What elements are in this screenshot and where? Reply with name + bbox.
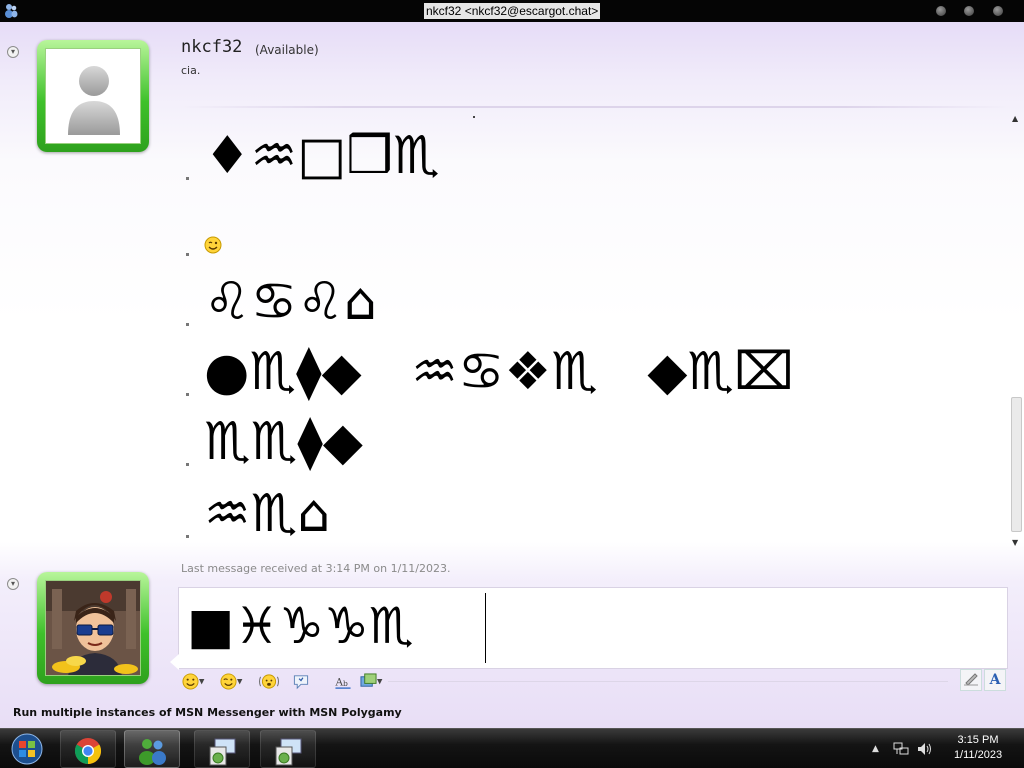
contact-avatar-frame[interactable] (37, 40, 149, 152)
self-avatar (45, 580, 141, 676)
self-collapse-button[interactable]: ▾ (7, 578, 19, 590)
messenger-icon (139, 739, 166, 765)
nudge-icon (259, 674, 279, 689)
message-text: ♒♏⌂ (204, 484, 331, 544)
remote-desktop-icon (275, 738, 302, 766)
text-caret (485, 593, 486, 663)
close-button[interactable] (993, 6, 1003, 16)
start-button[interactable] (2, 730, 52, 768)
taskbar: ▲ (0, 728, 1024, 768)
contact-name: nkcf32 (181, 37, 243, 57)
toolbar-divider (388, 681, 948, 682)
winking-smiley-icon (204, 236, 222, 254)
smiley-icon (182, 673, 199, 690)
message-bullet (186, 253, 189, 256)
compose-toolbar: ▼ ▼ A b ▼ A (178, 669, 1008, 693)
handwriting-button[interactable] (960, 669, 982, 691)
message-input[interactable]: ■♓♑♑♏ (178, 587, 1008, 669)
font-button[interactable]: A b (334, 671, 352, 691)
message-bullet (186, 323, 189, 326)
scroll-thumb[interactable] (1011, 397, 1022, 532)
dropdown-arrow-icon[interactable]: ▼ (237, 678, 242, 686)
taskbar-remote-desktop-1[interactable] (194, 730, 250, 768)
maximize-button[interactable] (964, 6, 974, 16)
taskbar-remote-desktop-2[interactable] (260, 730, 316, 768)
background-button[interactable]: ▼ (360, 671, 382, 691)
title-bar: nkcf32 <nkcf32@escargot.chat> (0, 0, 1024, 22)
dropdown-arrow-icon[interactable]: ▼ (199, 678, 204, 686)
scroll-down-arrow-icon[interactable]: ▼ (1012, 538, 1018, 547)
cartoon-avatar-icon (46, 581, 140, 675)
messenger-app-icon[interactable] (4, 3, 18, 18)
contact-status: (Available) (255, 43, 319, 57)
contact-collapse-button[interactable]: ▾ (7, 46, 19, 58)
volume-icon[interactable] (917, 742, 933, 756)
message-text: ♦♒□❒♏ (204, 126, 440, 186)
emoticon-button[interactable]: ▼ (182, 671, 204, 691)
taskbar-chrome[interactable] (60, 730, 116, 768)
conversation-scrollbar[interactable]: ▲ ▼ (1009, 112, 1024, 568)
minimize-button[interactable] (936, 6, 946, 16)
start-orb-icon (11, 733, 43, 765)
background-icon (360, 673, 377, 687)
compose-pointer (170, 654, 179, 670)
message-bullet (186, 393, 189, 396)
header-divider (180, 106, 1010, 108)
message-input-text: ■♓♑♑♏ (187, 597, 414, 655)
remote-desktop-icon (209, 738, 236, 766)
message-text: ♌♋♌⌂ (204, 272, 377, 332)
text-mode-button[interactable]: A (984, 669, 1006, 691)
contact-personal-message: cia. (181, 64, 201, 77)
clock-date: 1/11/2023 (953, 749, 1003, 761)
handwriting-icon (964, 673, 978, 686)
dropdown-arrow-icon[interactable]: ▼ (377, 678, 382, 686)
svg-text:b: b (343, 679, 348, 688)
ad-banner-text[interactable]: Run multiple instances of MSN Messenger … (13, 706, 402, 719)
message-text: ♏♏⧫◆ (204, 412, 363, 472)
message-bullet (186, 463, 189, 466)
message-bullet (186, 177, 189, 180)
show-hidden-icons-icon[interactable]: ▲ (872, 744, 879, 754)
network-icon[interactable] (893, 742, 909, 756)
last-message-info: Last message received at 3:14 PM on 1/11… (181, 562, 451, 575)
message-bullet (186, 535, 189, 538)
message-text: ●♏⧫◆ ♒♋❖♏ ◆♏⌧ (204, 342, 794, 402)
window-title: nkcf32 <nkcf32@escargot.chat> (424, 3, 601, 19)
clock-time: 3:15 PM (957, 734, 999, 746)
nudge-button[interactable] (258, 671, 280, 691)
chrome-icon (74, 738, 102, 765)
taskbar-messenger[interactable] (124, 730, 180, 768)
contact-avatar (45, 48, 141, 144)
font-icon: A b (334, 676, 351, 689)
default-user-icon (68, 66, 120, 135)
voice-clip-button[interactable] (292, 671, 310, 691)
wink-button[interactable]: ▼ (220, 671, 242, 691)
text-icon: A (989, 672, 1001, 688)
divider-dot (473, 116, 475, 118)
conversation-window: ▾ nkcf32 (Available) cia. ♦♒□❒♏ ♌♋♌⌂ ●♏⧫… (0, 22, 1024, 728)
self-avatar-frame[interactable] (37, 572, 149, 684)
scroll-up-arrow-icon[interactable]: ▲ (1012, 114, 1018, 123)
voice-clip-icon (293, 675, 309, 690)
taskbar-clock[interactable]: 3:15 PM 1/11/2023 (944, 733, 1012, 763)
wink-icon (220, 673, 237, 690)
